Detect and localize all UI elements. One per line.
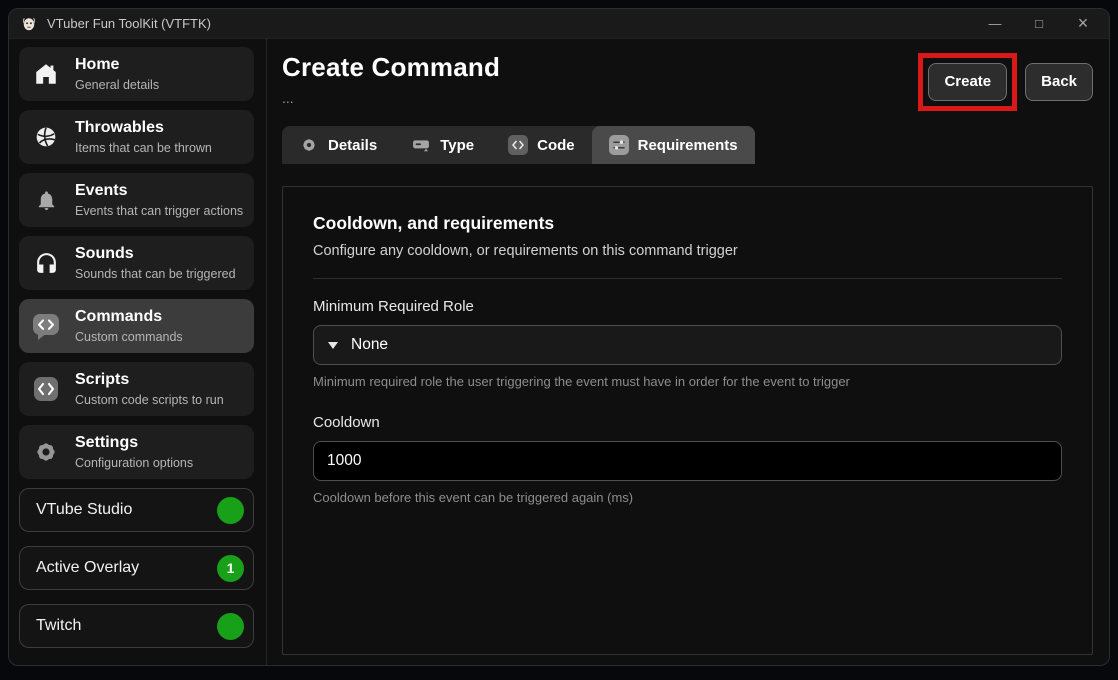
window-title: VTuber Fun ToolKit (VTFTK) [47,16,963,31]
chevron-down-icon [328,342,338,349]
sidebar-item-description: General details [75,78,159,92]
sidebar-item-description: Events that can trigger actions [75,204,243,218]
status-indicator-twitch [217,613,244,640]
code-chip-icon [508,135,528,155]
sidebar-item-label: Throwables [75,119,212,137]
role-help: Minimum required role the user triggerin… [313,374,1062,389]
sidebar-item-label: Settings [75,434,193,452]
tab-label: Type [440,137,474,154]
back-button[interactable]: Back [1025,63,1093,101]
ball-icon [30,124,62,150]
tab-details[interactable]: Details [282,126,394,164]
status-group: VTube Studio Active Overlay 1 Twitch [19,488,266,648]
create-button[interactable]: Create [928,63,1007,101]
sidebar-item-label: Home [75,56,159,74]
sidebar-item-commands[interactable]: Commands Custom commands [19,299,254,353]
sidebar-item-description: Sounds that can be triggered [75,267,236,281]
cooldown-input[interactable] [313,441,1062,481]
main-content: Create Command ... Create Back [267,39,1109,665]
bell-icon [30,189,62,212]
annotation-highlight: Create [918,53,1017,111]
role-select[interactable]: None [313,325,1062,365]
sidebar-item-label: Events [75,182,243,200]
window-controls: — □ × [973,9,1105,38]
flower-gear-icon [299,135,319,155]
close-button[interactable]: × [1061,9,1105,38]
status-indicator-active-overlay: 1 [217,555,244,582]
gear-icon [30,439,62,465]
cooldown-help: Cooldown before this event can be trigge… [313,490,1062,505]
tab-requirements[interactable]: Requirements [592,126,755,164]
header-actions: Create Back [918,53,1093,111]
status-indicator-vtube-studio [217,497,244,524]
sidebar-item-label: Scripts [75,371,224,389]
status-label: Active Overlay [36,559,139,577]
sidebar-item-home[interactable]: Home General details [19,47,254,101]
requirements-panel: Cooldown, and requirements Configure any… [282,186,1093,655]
headphones-icon [30,251,62,276]
section-heading: Cooldown, and requirements [313,213,1062,234]
sidebar-item-label: Commands [75,308,183,326]
home-icon [30,61,62,87]
titlebar: VTuber Fun ToolKit (VTFTK) — □ × [9,9,1109,39]
role-label: Minimum Required Role [313,298,1062,315]
sidebar-item-description: Configuration options [75,456,193,470]
status-tile-vtube-studio[interactable]: VTube Studio [19,488,254,532]
code-square-icon [30,375,62,403]
tab-code[interactable]: Code [491,126,592,164]
section-description: Configure any cooldown, or requirements … [313,243,1062,259]
status-label: VTube Studio [36,501,132,519]
sliders-chip-icon [609,135,629,155]
app-icon [21,16,37,32]
sidebar-item-sounds[interactable]: Sounds Sounds that can be triggered [19,236,254,290]
status-tile-twitch[interactable]: Twitch [19,604,254,648]
maximize-button[interactable]: □ [1017,9,1061,38]
cooldown-label: Cooldown [313,414,1062,431]
input-card-icon [411,135,431,155]
sidebar-item-events[interactable]: Events Events that can trigger actions [19,173,254,227]
sidebar-item-description: Items that can be thrown [75,141,212,155]
sidebar-item-scripts[interactable]: Scripts Custom code scripts to run [19,362,254,416]
status-tile-active-overlay[interactable]: Active Overlay 1 [19,546,254,590]
tab-bar: Details Type [282,126,755,164]
code-bubble-icon [30,311,62,341]
page-title: Create Command [282,53,500,83]
section-divider [313,278,1062,279]
status-label: Twitch [36,617,81,635]
sidebar: Home General details Throwables Items th… [9,39,266,665]
sidebar-item-throwables[interactable]: Throwables Items that can be thrown [19,110,254,164]
tab-label: Code [537,137,575,154]
app-window: VTuber Fun ToolKit (VTFTK) — □ × Home Ge… [8,8,1110,666]
sidebar-item-description: Custom code scripts to run [75,393,224,407]
page-subtitle: ... [282,91,500,105]
sidebar-item-settings[interactable]: Settings Configuration options [19,425,254,479]
tab-label: Requirements [638,137,738,154]
minimize-button[interactable]: — [973,9,1017,38]
sidebar-item-description: Custom commands [75,330,183,344]
tab-label: Details [328,137,377,154]
tab-type[interactable]: Type [394,126,491,164]
role-select-value: None [351,336,388,354]
sidebar-item-label: Sounds [75,245,236,263]
main-header: Create Command ... Create Back [282,53,1093,111]
